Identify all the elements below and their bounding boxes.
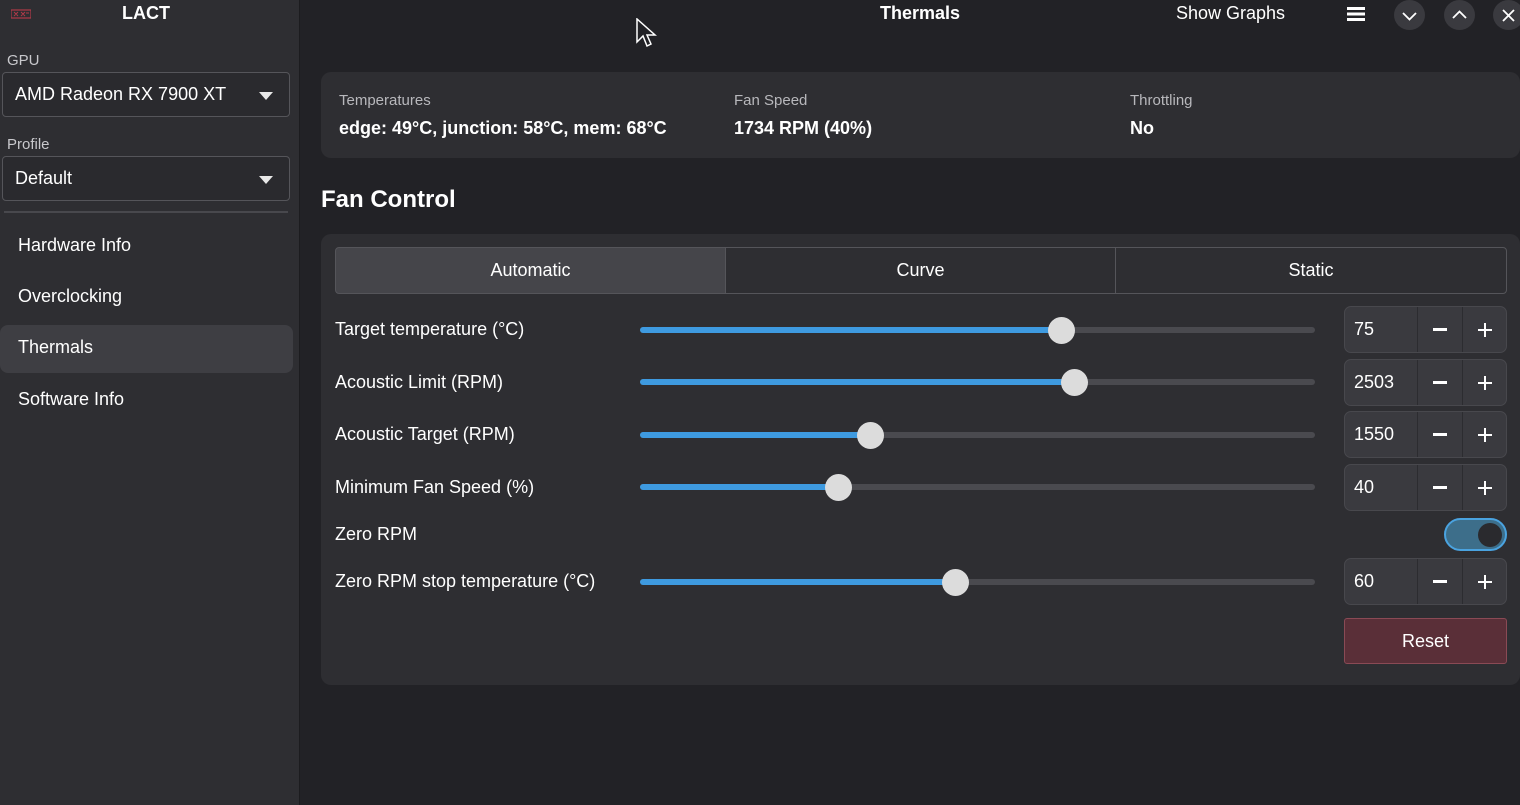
slider-fill [640, 379, 1075, 385]
slider-handle[interactable] [824, 474, 852, 501]
close-icon [1502, 9, 1515, 22]
acoustic-target-slider[interactable] [640, 422, 1315, 449]
sidebar-item-label: Software Info [18, 389, 125, 409]
profile-label: Profile [7, 136, 50, 153]
min-fan-speed-spinbox[interactable]: 40 [1344, 464, 1507, 511]
throttling-stat: Throttling No [1130, 92, 1193, 139]
acoustic-limit-label: Acoustic Limit (RPM) [335, 372, 504, 392]
toggle-thumb [1478, 523, 1502, 547]
chevron-down-icon [259, 176, 273, 184]
sidebar-item-hardware-info[interactable]: Hardware Info [0, 223, 293, 271]
temperatures-label: Temperatures [339, 92, 431, 109]
zero-rpm-label: Zero RPM [335, 524, 418, 544]
acoustic-limit-spinbox[interactable]: 2503 [1344, 359, 1507, 406]
increment-button[interactable] [1463, 559, 1507, 604]
zero-rpm-stop-temp-spinbox[interactable]: 60 [1344, 558, 1507, 605]
minimize-button[interactable] [1394, 0, 1425, 30]
slider-fill [640, 579, 956, 585]
tab-curve[interactable]: Curve [725, 247, 1116, 294]
throttling-value: No [1130, 118, 1154, 138]
increment-button[interactable] [1463, 412, 1507, 457]
zero-rpm-stop-temp-slider[interactable] [640, 569, 1315, 596]
decrement-button[interactable] [1418, 360, 1462, 405]
throttling-label: Throttling [1130, 92, 1193, 109]
slider-handle[interactable] [1061, 369, 1089, 396]
target-temperature-label: Target temperature (°C) [335, 319, 525, 339]
tab-automatic[interactable]: Automatic [335, 247, 726, 294]
close-button[interactable] [1493, 0, 1520, 30]
decrement-button[interactable] [1418, 307, 1462, 352]
sidebar-divider [4, 211, 288, 213]
acoustic-target-spinbox[interactable]: 1550 [1344, 411, 1507, 458]
gpu-label: GPU [7, 52, 40, 69]
decrement-button[interactable] [1418, 465, 1462, 510]
increment-button[interactable] [1463, 307, 1507, 352]
target-temperature-value[interactable]: 75 [1354, 319, 1374, 340]
slider-handle[interactable] [942, 569, 970, 596]
sidebar-item-label: Overclocking [18, 286, 123, 306]
decrement-button[interactable] [1418, 559, 1462, 604]
sidebar: LACT GPU AMD Radeon RX 7900 XT Profile D… [0, 0, 300, 805]
chevron-down-icon [259, 92, 273, 100]
min-fan-speed-value[interactable]: 40 [1354, 477, 1374, 498]
increment-button[interactable] [1463, 465, 1507, 510]
acoustic-target-label: Acoustic Target (RPM) [335, 424, 515, 444]
acoustic-limit-slider[interactable] [640, 369, 1315, 396]
temperatures-stat: Temperatures edge: 49°C, junction: 58°C,… [339, 92, 667, 139]
profile-dropdown[interactable]: Default [2, 156, 290, 201]
mouse-cursor-icon [636, 18, 657, 48]
sidebar-item-software-info[interactable]: Software Info [0, 377, 293, 425]
temperatures-value: edge: 49°C, junction: 58°C, mem: 68°C [339, 118, 667, 138]
slider-handle[interactable] [1047, 317, 1075, 344]
stats-card: Temperatures edge: 49°C, junction: 58°C,… [321, 72, 1520, 158]
maximize-button[interactable] [1444, 0, 1475, 30]
gpu-dropdown-value: AMD Radeon RX 7900 XT [15, 84, 227, 104]
decrement-button[interactable] [1418, 412, 1462, 457]
zero-rpm-toggle[interactable] [1444, 518, 1507, 551]
slider-handle[interactable] [857, 422, 885, 449]
maximize-icon [1452, 10, 1467, 19]
gpu-dropdown[interactable]: AMD Radeon RX 7900 XT [2, 72, 290, 117]
fan-speed-stat: Fan Speed 1734 RPM (40%) [734, 92, 872, 139]
sidebar-item-label: Thermals [18, 337, 94, 357]
sidebar-item-thermals[interactable]: Thermals [0, 325, 293, 373]
zero-rpm-stop-temp-label: Zero RPM stop temperature (°C) [335, 571, 596, 591]
menu-icon[interactable] [1347, 7, 1365, 21]
profile-dropdown-value: Default [15, 168, 73, 188]
fan-control-card: Automatic Curve Static Target temperatur… [321, 234, 1520, 685]
page-title: Thermals [879, 3, 961, 23]
acoustic-limit-value[interactable]: 2503 [1354, 372, 1394, 393]
fan-control-heading: Fan Control [321, 186, 456, 213]
fan-speed-value: 1734 RPM (40%) [734, 118, 873, 138]
acoustic-target-value[interactable]: 1550 [1354, 424, 1394, 445]
min-fan-speed-label: Minimum Fan Speed (%) [335, 477, 535, 497]
show-graphs-button[interactable]: Show Graphs [1176, 3, 1285, 24]
minimize-icon [1402, 12, 1417, 21]
slider-fill [640, 484, 838, 490]
slider-fill [640, 327, 1061, 333]
sidebar-item-label: Hardware Info [18, 235, 132, 255]
target-temperature-spinbox[interactable]: 75 [1344, 306, 1507, 353]
fan-speed-label: Fan Speed [734, 92, 808, 109]
zero-rpm-stop-temp-value[interactable]: 60 [1354, 571, 1374, 592]
increment-button[interactable] [1463, 360, 1507, 405]
reset-button[interactable]: Reset [1344, 618, 1507, 664]
sidebar-item-overclocking[interactable]: Overclocking [0, 274, 293, 322]
tab-static[interactable]: Static [1115, 247, 1507, 294]
min-fan-speed-slider[interactable] [640, 474, 1315, 501]
target-temperature-slider[interactable] [640, 317, 1315, 344]
app-title: LACT [122, 3, 170, 23]
slider-fill [640, 432, 871, 438]
